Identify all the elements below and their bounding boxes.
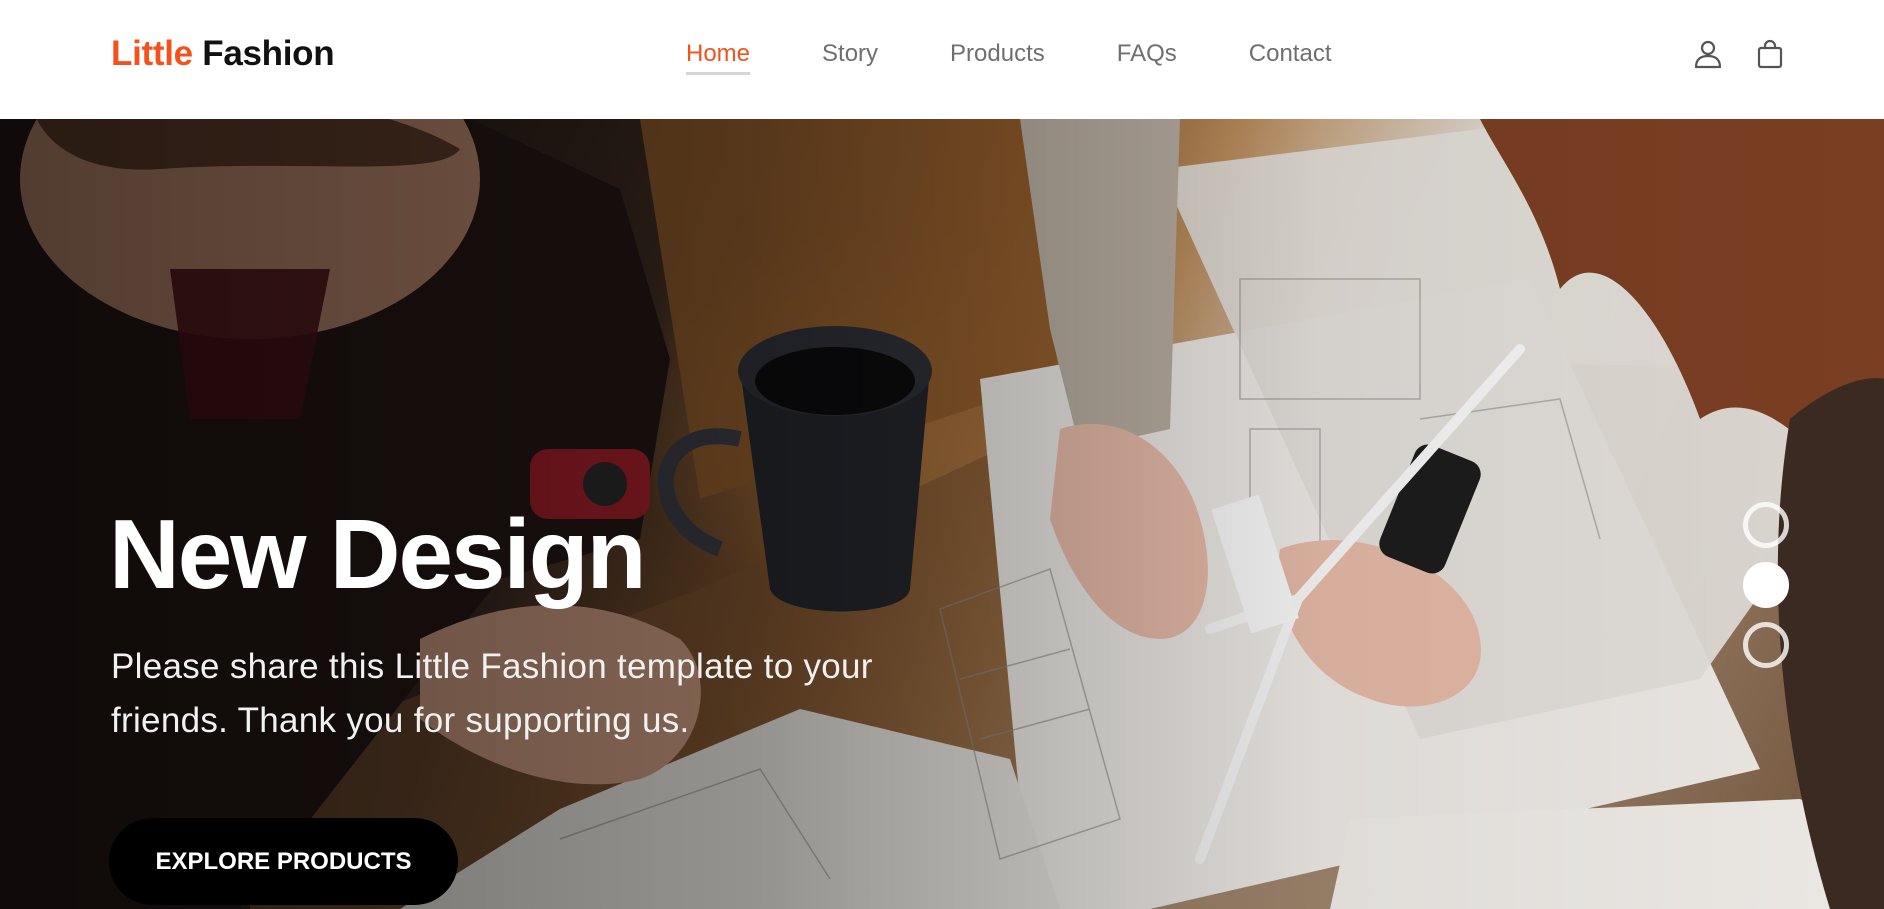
- brand-name: Fashion: [202, 34, 335, 73]
- carousel-indicator-2[interactable]: [1743, 562, 1789, 608]
- user-icon[interactable]: [1692, 38, 1724, 70]
- nav-link-contact[interactable]: Contact: [1249, 40, 1332, 75]
- hero-title: New Design: [109, 499, 646, 609]
- nav-link-faqs[interactable]: FAQs: [1117, 40, 1177, 75]
- carousel-indicators: [1743, 502, 1789, 682]
- shopping-bag-icon[interactable]: [1754, 38, 1786, 70]
- carousel-indicator-1[interactable]: [1743, 502, 1789, 548]
- navbar: Little Fashion Home Story Products FAQs …: [0, 0, 1884, 119]
- nav-link-products[interactable]: Products: [950, 40, 1045, 75]
- nav-links: Home Story Products FAQs Contact: [686, 40, 1332, 76]
- nav-link-story[interactable]: Story: [822, 40, 878, 75]
- nav-link-home[interactable]: Home: [686, 40, 751, 75]
- brand-accent: Little: [111, 34, 193, 73]
- hero-carousel: New Design Please share this Little Fash…: [0, 119, 1884, 909]
- nav-icons: [1692, 38, 1786, 70]
- hero-description: Please share this Little Fashion templat…: [111, 647, 873, 740]
- carousel-indicator-3[interactable]: [1743, 622, 1789, 668]
- explore-products-button[interactable]: EXPLORE PRODUCTS: [109, 818, 458, 905]
- brand-logo[interactable]: Little Fashion: [111, 34, 335, 74]
